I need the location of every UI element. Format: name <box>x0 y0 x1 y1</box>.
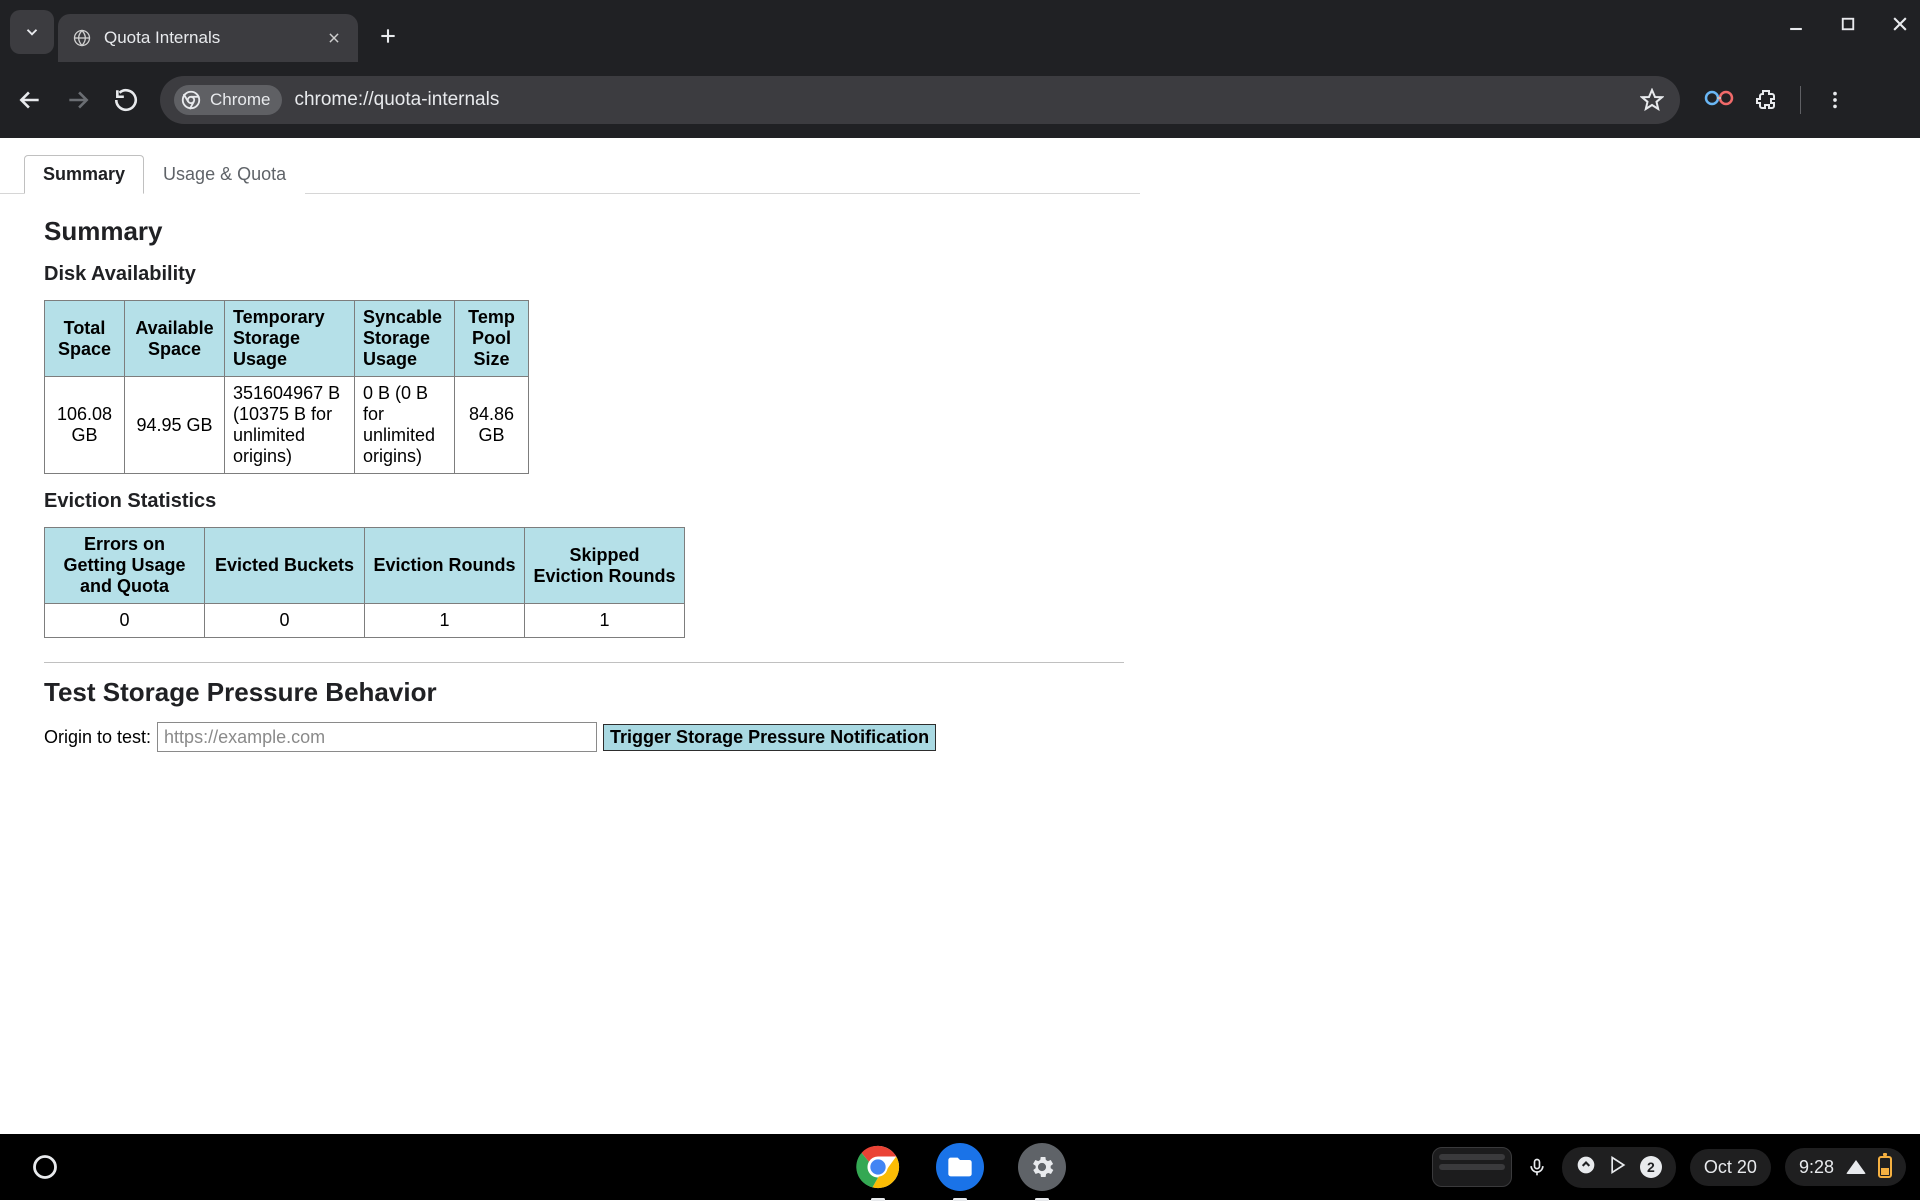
pinned-apps <box>854 1143 1066 1191</box>
clock-pill[interactable]: 9:28 <box>1785 1148 1906 1186</box>
tab-usage-quota[interactable]: Usage & Quota <box>144 155 305 194</box>
cell-syncable-storage: 0 B (0 B for unlimited origins) <box>355 377 455 474</box>
col-evicted-buckets: Evicted Buckets <box>205 528 365 604</box>
play-store-icon <box>1608 1155 1628 1180</box>
eviction-stats-table: Errors on Getting Usage and Quota Evicte… <box>44 527 685 638</box>
col-temp-storage: Temporary Storage Usage <box>225 301 355 377</box>
app-settings[interactable] <box>1018 1143 1066 1191</box>
shelf-date: Oct 20 <box>1704 1157 1757 1178</box>
status-area: 2 Oct 20 9:28 <box>1432 1147 1920 1188</box>
cell-available-space: 94.95 GB <box>125 377 225 474</box>
forward-button[interactable] <box>64 86 92 114</box>
col-errors: Errors on Getting Usage and Quota <box>45 528 205 604</box>
cell-errors: 0 <box>45 604 205 638</box>
kebab-menu-icon[interactable] <box>1821 86 1849 114</box>
origin-label: Origin to test: <box>44 727 151 748</box>
table-header-row: Total Space Available Space Temporary St… <box>45 301 529 377</box>
wifi-icon <box>1846 1160 1866 1174</box>
browser-window: Quota Internals Chrome chrome://quot <box>0 0 1920 1134</box>
cell-temp-pool: 84.86 GB <box>455 377 529 474</box>
bookmark-star-icon[interactable] <box>1638 86 1666 114</box>
col-skipped-rounds: Skipped Eviction Rounds <box>525 528 685 604</box>
origin-input[interactable] <box>157 722 597 752</box>
app-chrome[interactable] <box>854 1143 902 1191</box>
close-tab-icon[interactable] <box>324 28 344 48</box>
tab-strip: Quota Internals <box>0 0 1920 62</box>
new-tab-button[interactable] <box>366 14 410 58</box>
browser-tab[interactable]: Quota Internals <box>58 14 358 62</box>
table-header-row: Errors on Getting Usage and Quota Evicte… <box>45 528 685 604</box>
col-temp-pool: Temp Pool Size <box>455 301 529 377</box>
notification-badge: 2 <box>1640 1156 1662 1178</box>
table-row: 106.08 GB 94.95 GB 351604967 B (10375 B … <box>45 377 529 474</box>
caret-up-icon <box>1576 1155 1596 1180</box>
col-eviction-rounds: Eviction Rounds <box>365 528 525 604</box>
heading-test-pressure: Test Storage Pressure Behavior <box>44 677 1920 708</box>
cell-evicted-buckets: 0 <box>205 604 365 638</box>
omnibox-url: chrome://quota-internals <box>294 89 499 111</box>
cell-skipped-rounds: 1 <box>525 604 685 638</box>
browser-toolbar: Chrome chrome://quota-internals <box>0 62 1920 138</box>
omnibox[interactable]: Chrome chrome://quota-internals <box>160 76 1680 124</box>
section-divider <box>44 662 1124 663</box>
heading-disk-availability: Disk Availability <box>44 263 1920 286</box>
col-total-space: Total Space <box>45 301 125 377</box>
heading-summary: Summary <box>44 216 1920 247</box>
cell-temp-storage: 351604967 B (10375 B for unlimited origi… <box>225 377 355 474</box>
maximize-icon[interactable] <box>1836 12 1860 36</box>
app-files[interactable] <box>936 1143 984 1191</box>
disk-availability-table: Total Space Available Space Temporary St… <box>44 300 529 474</box>
toolbar-right <box>1704 86 1849 114</box>
extensions-icon[interactable] <box>1752 86 1780 114</box>
table-row: 0 0 1 1 <box>45 604 685 638</box>
site-chip-label: Chrome <box>210 90 270 110</box>
tab-summary[interactable]: Summary <box>24 155 144 194</box>
minimize-icon[interactable] <box>1784 12 1808 36</box>
launcher-button[interactable] <box>18 1140 72 1194</box>
back-button[interactable] <box>16 86 44 114</box>
close-window-icon[interactable] <box>1888 12 1912 36</box>
date-pill[interactable]: Oct 20 <box>1690 1149 1771 1186</box>
chromeos-shelf: 2 Oct 20 9:28 <box>0 1134 1920 1200</box>
page-tabs: Summary Usage & Quota <box>0 154 1140 194</box>
page-viewport[interactable]: Summary Usage & Quota Summary Disk Avail… <box>0 138 1920 1134</box>
globe-icon <box>72 28 92 48</box>
mic-icon[interactable] <box>1526 1156 1548 1178</box>
cell-eviction-rounds: 1 <box>365 604 525 638</box>
test-pressure-form: Origin to test: Trigger Storage Pressure… <box>44 722 1920 752</box>
toolbar-separator <box>1800 86 1801 114</box>
goggles-icon[interactable] <box>1704 89 1734 112</box>
cell-total-space: 106.08 GB <box>45 377 125 474</box>
tab-title: Quota Internals <box>104 28 314 48</box>
trigger-pressure-button[interactable]: Trigger Storage Pressure Notification <box>603 724 936 751</box>
search-tabs-button[interactable] <box>10 10 54 54</box>
site-chip[interactable]: Chrome <box>174 85 282 115</box>
battery-icon <box>1878 1156 1892 1178</box>
virtual-keyboard-toggle[interactable] <box>1432 1147 1512 1187</box>
window-controls <box>1784 12 1912 36</box>
page-content: Summary Usage & Quota Summary Disk Avail… <box>0 154 1920 752</box>
reload-button[interactable] <box>112 86 140 114</box>
chrome-icon <box>180 89 202 111</box>
col-available-space: Available Space <box>125 301 225 377</box>
heading-eviction-stats: Eviction Statistics <box>44 490 1920 513</box>
quick-settings-tray[interactable]: 2 <box>1562 1147 1676 1188</box>
col-syncable-storage: Syncable Storage Usage <box>355 301 455 377</box>
shelf-time: 9:28 <box>1799 1157 1834 1178</box>
